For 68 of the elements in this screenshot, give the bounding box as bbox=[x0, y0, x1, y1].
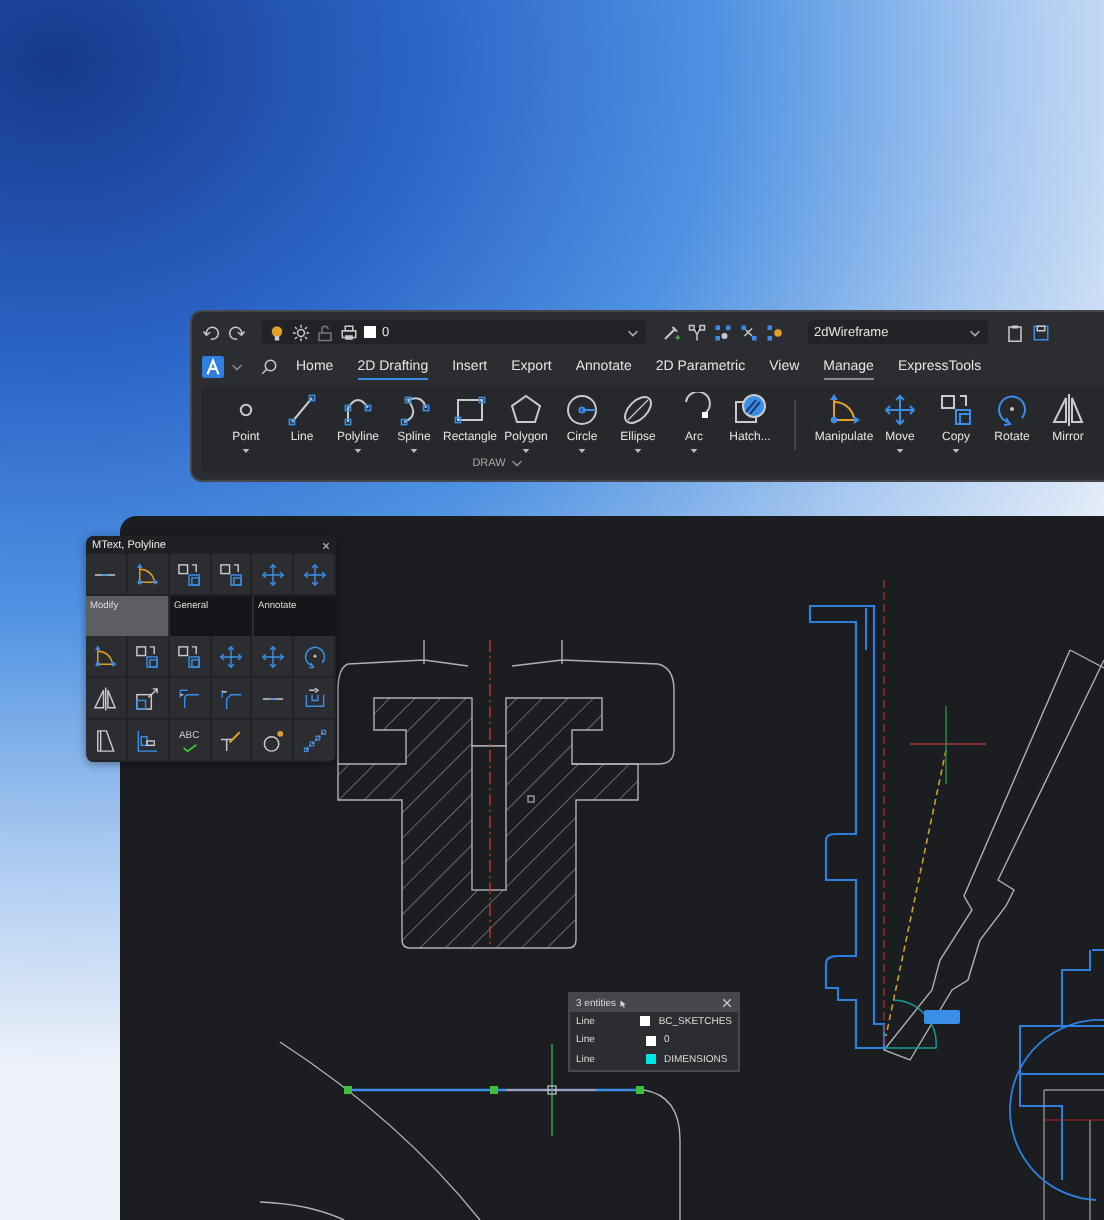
layer-lightbulb-icon[interactable] bbox=[766, 323, 784, 341]
copy-icon[interactable] bbox=[176, 643, 203, 669]
caret-icon[interactable] bbox=[230, 360, 244, 374]
chamfer-icon[interactable] bbox=[217, 685, 244, 711]
cursor-icon bbox=[620, 999, 627, 1007]
app-menu-icon[interactable] bbox=[202, 356, 224, 378]
rectangle-icon bbox=[452, 392, 488, 428]
layer-match-icon[interactable] bbox=[688, 323, 706, 341]
snap-marker-line bbox=[551, 1043, 553, 1137]
manipulate-icon[interactable] bbox=[134, 561, 161, 587]
taper-icon[interactable] bbox=[92, 727, 119, 753]
manipulate-icon bbox=[826, 392, 862, 428]
printer-icon[interactable] bbox=[340, 323, 358, 341]
layer-walk-icon[interactable] bbox=[740, 323, 758, 341]
clipboard-icon[interactable] bbox=[1006, 323, 1024, 341]
dropdown-arrow-icon[interactable] bbox=[952, 448, 960, 454]
save-icon[interactable] bbox=[1032, 323, 1050, 341]
dropdown-arrow-icon[interactable] bbox=[690, 448, 698, 454]
move-icon bbox=[882, 392, 918, 428]
caret-icon bbox=[968, 325, 982, 339]
caret-icon[interactable] bbox=[509, 456, 524, 470]
redo-icon[interactable] bbox=[228, 323, 246, 341]
dropdown-arrow-icon[interactable] bbox=[896, 448, 904, 454]
lock-icon[interactable] bbox=[316, 323, 334, 341]
circle-icon[interactable] bbox=[259, 727, 286, 753]
dropdown-arrow-icon[interactable] bbox=[578, 448, 586, 454]
pentagon-icon bbox=[508, 392, 544, 428]
corner-curve-drawing bbox=[643, 1089, 681, 1220]
trim-icon[interactable] bbox=[217, 727, 244, 753]
dropdown-arrow-icon[interactable] bbox=[634, 448, 642, 454]
circle-icon bbox=[564, 392, 600, 428]
close-icon[interactable] bbox=[322, 541, 330, 549]
close-icon[interactable] bbox=[722, 998, 732, 1008]
manipulate-icon[interactable] bbox=[92, 643, 119, 669]
stretch-icon[interactable] bbox=[301, 685, 328, 711]
copy-icon[interactable] bbox=[217, 561, 244, 587]
search-icon[interactable] bbox=[260, 358, 278, 376]
line-icon bbox=[284, 392, 320, 428]
eyedropper-icon[interactable] bbox=[662, 323, 680, 341]
check-icon bbox=[181, 743, 198, 751]
move-icon[interactable] bbox=[217, 643, 244, 669]
spline-icon bbox=[396, 392, 432, 428]
caret-icon bbox=[626, 325, 640, 339]
copy-icon bbox=[938, 392, 974, 428]
mirror-icon[interactable] bbox=[92, 685, 119, 711]
rotate-icon[interactable] bbox=[301, 643, 328, 669]
copy-icon[interactable] bbox=[176, 561, 203, 587]
dropdown-arrow-icon[interactable] bbox=[354, 448, 362, 454]
scale-icon[interactable] bbox=[134, 685, 161, 711]
array-icon[interactable] bbox=[301, 727, 328, 753]
align-icon[interactable] bbox=[134, 727, 161, 753]
fillet-icon[interactable] bbox=[176, 685, 203, 711]
move-icon[interactable] bbox=[259, 561, 286, 587]
layer-isolate-icon[interactable] bbox=[714, 323, 732, 341]
light-bulb-icon[interactable] bbox=[268, 323, 286, 341]
sun-icon[interactable] bbox=[292, 323, 310, 341]
move-icon[interactable] bbox=[259, 643, 286, 669]
ellipse-icon bbox=[620, 392, 656, 428]
layer-color-swatch bbox=[364, 326, 376, 338]
copy-icon[interactable] bbox=[134, 643, 161, 669]
hatch-icon bbox=[732, 392, 768, 428]
mirror-icon bbox=[1050, 392, 1086, 428]
dropdown-arrow-icon[interactable] bbox=[242, 448, 250, 454]
dropdown-arrow-icon[interactable] bbox=[410, 448, 418, 454]
move-icon[interactable] bbox=[301, 561, 328, 587]
dropdown-arrow-icon[interactable] bbox=[522, 448, 530, 454]
rotate-icon bbox=[994, 392, 1030, 428]
undo-icon[interactable] bbox=[202, 323, 220, 341]
